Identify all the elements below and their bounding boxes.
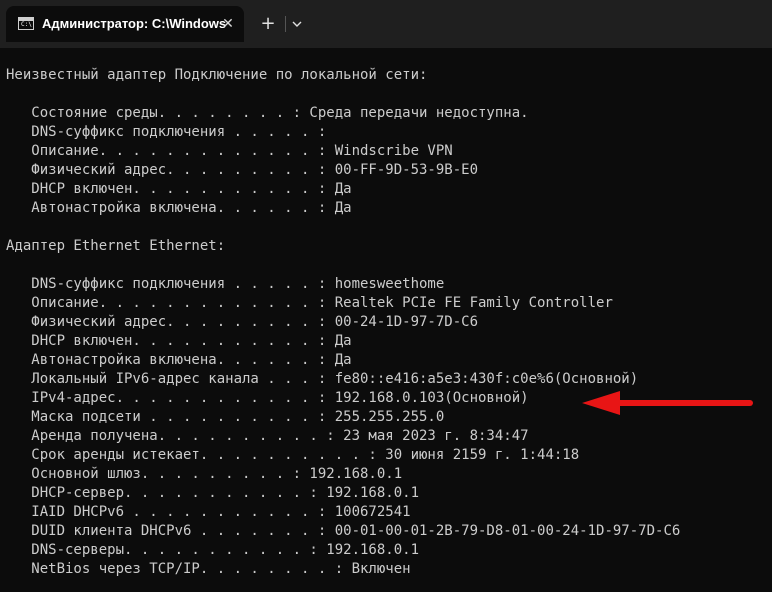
- terminal-line: Состояние среды. . . . . . . . : Среда п…: [6, 105, 529, 121]
- terminal-line: Локальный IPv6-адрес канала . . . : fe80…: [6, 371, 639, 387]
- terminal-line: Неизвестный адаптер Подключение по локал…: [6, 67, 428, 83]
- title-bar: C:\ Администратор: C:\Windows ✕ +: [0, 0, 772, 48]
- terminal-line: DHCP включен. . . . . . . . . . . : Да: [6, 333, 352, 349]
- terminal-line: DHCP-сервер. . . . . . . . . . . : 192.1…: [6, 485, 420, 501]
- terminal-line: Описание. . . . . . . . . . . . . : Wind…: [6, 143, 453, 159]
- chevron-down-icon[interactable]: [288, 14, 306, 34]
- terminal-line: DNS-суффикс подключения . . . . . :: [6, 124, 327, 140]
- terminal-line: DUID клиента DHCPv6 . . . . . . . : 00-0…: [6, 523, 681, 539]
- red-arrow-annotation: [582, 391, 753, 415]
- cmd-icon-label: C:\: [21, 21, 32, 28]
- terminal-line: Аренда получена. . . . . . . . . . : 23 …: [6, 428, 529, 444]
- terminal-line: IAID DHCPv6 . . . . . . . . . . . : 1006…: [6, 504, 411, 520]
- terminal-line: Срок аренды истекает. . . . . . . . . . …: [6, 447, 580, 463]
- tab-terminal[interactable]: C:\ Администратор: C:\Windows ✕: [6, 6, 244, 42]
- new-tab-button[interactable]: +: [257, 13, 279, 35]
- terminal-line: DNS-серверы. . . . . . . . . . . : 192.1…: [6, 542, 420, 558]
- terminal-line: Физический адрес. . . . . . . . . : 00-2…: [6, 314, 479, 330]
- terminal-line: DNS-суффикс подключения . . . . . : home…: [6, 276, 445, 292]
- cmd-icon: C:\: [18, 17, 34, 30]
- close-icon[interactable]: ✕: [218, 14, 238, 34]
- tab-separator: [285, 16, 286, 32]
- terminal-line: DHCP включен. . . . . . . . . . . : Да: [6, 181, 352, 197]
- terminal-line: NetBios через TCP/IP. . . . . . . . : Вк…: [6, 561, 411, 577]
- terminal-line: Автонастройка включена. . . . . . : Да: [6, 200, 352, 216]
- terminal-line: Автонастройка включена. . . . . . : Да: [6, 352, 352, 368]
- terminal-line: Адаптер Ethernet Ethernet:: [6, 238, 226, 254]
- terminal-line: Основной шлюз. . . . . . . . . : 192.168…: [6, 466, 403, 482]
- terminal-line: Описание. . . . . . . . . . . . . : Real…: [6, 295, 613, 311]
- terminal-output[interactable]: Неизвестный адаптер Подключение по локал…: [6, 66, 680, 579]
- terminal-line: Физический адрес. . . . . . . . . : 00-F…: [6, 162, 479, 178]
- tab-title: Администратор: C:\Windows: [42, 16, 227, 31]
